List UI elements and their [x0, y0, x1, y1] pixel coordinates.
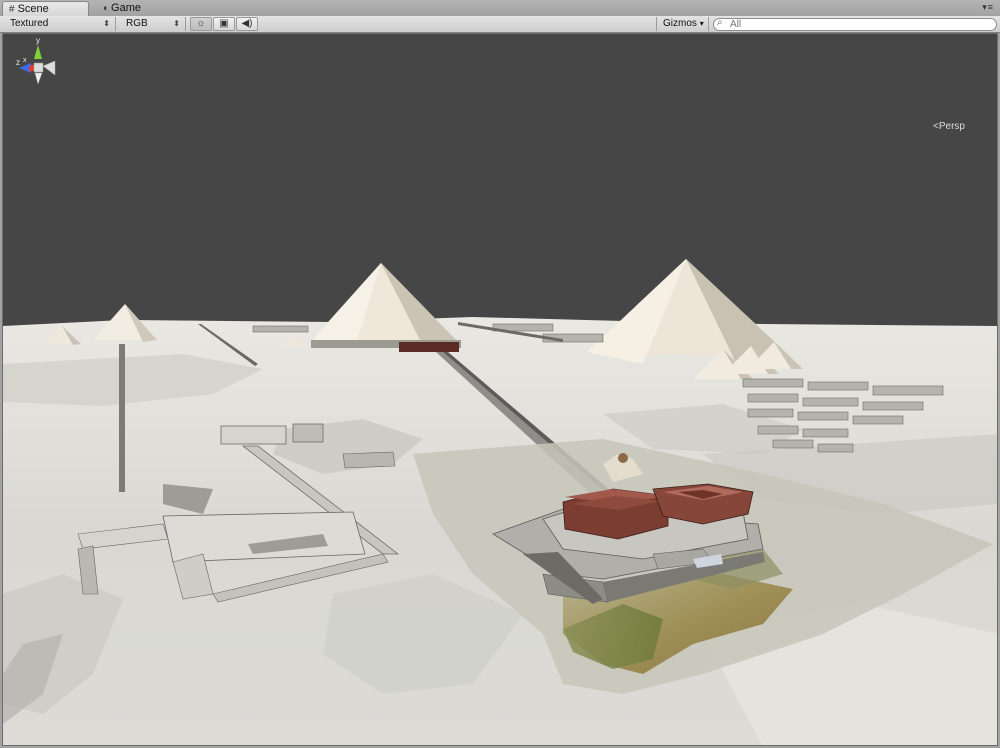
sun-icon: ☼ [196, 18, 206, 29]
dropdown-arrow-icon: ▾ [699, 19, 704, 28]
image-icon: ▣ [219, 18, 229, 29]
projection-label[interactable]: <Persp [933, 121, 965, 132]
tab-game[interactable]: ◖ Game [96, 1, 156, 16]
updown-arrow-icon: ⬍ [103, 19, 110, 28]
scene-toolbar: Textured ⬍ RGB ⬍ ☼ ▣ ◀) Gizmos ▾ ⌕ [0, 16, 1000, 33]
tab-bar: # Scene ◖ Game ▾≡ [0, 0, 1000, 17]
pacman-icon: ◖ [102, 3, 109, 14]
orientation-gizmo[interactable]: y z x [3, 34, 63, 98]
scene-render [3, 259, 997, 745]
speaker-icon: ◀) [241, 18, 253, 29]
axis-x-label: x [23, 57, 27, 64]
axis-y-label: y [36, 36, 40, 45]
axis-z-label: z [16, 58, 20, 67]
tab-scene[interactable]: # Scene [2, 1, 89, 16]
render-mode-dropdown[interactable]: RGB ⬍ [116, 17, 186, 31]
scene-lighting-toggle[interactable]: ☼ [190, 17, 212, 31]
window-menu-icon[interactable]: ▾≡ [982, 2, 994, 13]
search-input[interactable] [730, 19, 985, 30]
grid-icon: # [9, 4, 15, 15]
gizmos-dropdown[interactable]: Gizmos ▾ [656, 17, 709, 31]
search-icon: ⌕ [717, 17, 723, 28]
hierarchy-search[interactable]: ⌕ [713, 17, 997, 31]
scene-audio-toggle[interactable]: ◀) [236, 17, 258, 31]
draw-mode-dropdown[interactable]: Textured ⬍ [2, 17, 116, 31]
updown-arrow-icon: ⬍ [173, 19, 180, 28]
scene-viewport[interactable]: y z x <Persp [2, 33, 998, 746]
scene-fx-toggle[interactable]: ▣ [213, 17, 235, 31]
y-axis-cone [34, 45, 42, 59]
